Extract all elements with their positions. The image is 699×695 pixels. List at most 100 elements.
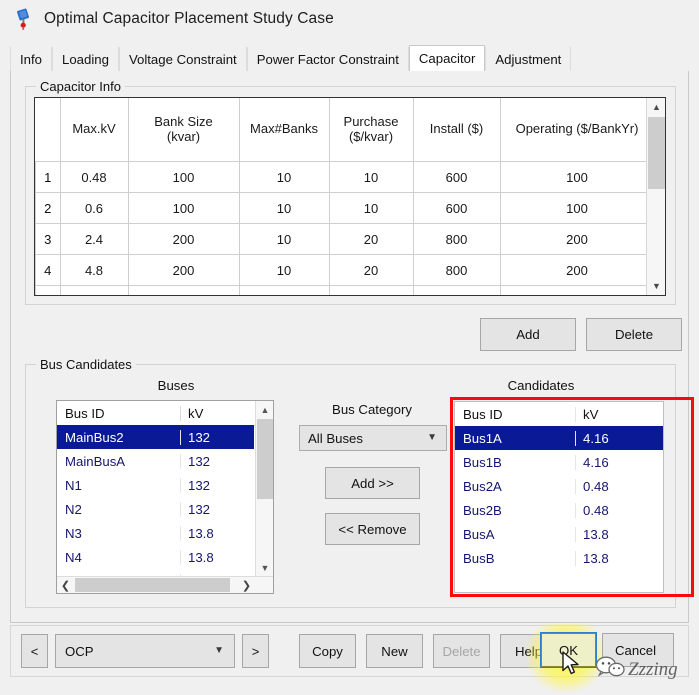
cell-purchase[interactable]: 20 <box>328 285 414 295</box>
tab-adjustment[interactable]: Adjustment <box>485 47 572 71</box>
candidates-listbox[interactable]: Bus ID kV Bus1A 4.16 Bus1B 4.16 Bus2A 0.… <box>454 401 664 593</box>
cell-operating[interactable]: 200 <box>499 285 655 295</box>
bus-category-dropdown[interactable]: All Buses ▼ <box>299 425 447 451</box>
ok-button[interactable]: OK <box>540 632 597 668</box>
cell-install[interactable]: 600 <box>412 161 501 193</box>
cell-install[interactable]: 800 <box>412 223 501 255</box>
list-item[interactable]: N3 13.8 <box>57 521 254 545</box>
delete-capacitor-button[interactable]: Delete <box>586 318 682 351</box>
bus-id: MainBus2 <box>57 429 181 445</box>
new-button[interactable]: New <box>366 634 423 668</box>
list-item[interactable]: Bus2B 0.48 <box>455 498 663 522</box>
copy-button[interactable]: Copy <box>299 634 356 668</box>
list-item[interactable]: BusA 13.8 <box>455 522 663 546</box>
cell-purchase[interactable]: 10 <box>328 161 414 193</box>
list-item[interactable]: Bus1A 4.16 <box>455 426 663 450</box>
cell-max-banks[interactable]: 10 <box>238 254 330 286</box>
bus-candidates-legend: Bus Candidates <box>36 357 136 372</box>
list-item[interactable]: Bus2A 0.48 <box>455 474 663 498</box>
capacitor-info-grid[interactable]: Max.kV Bank Size (kvar) Max#Banks Purcha… <box>34 97 666 296</box>
cell-operating[interactable]: 100 <box>499 192 655 224</box>
cell-max-banks[interactable]: 10 <box>238 161 330 193</box>
cell-max-kv[interactable]: 4.8 <box>59 254 129 286</box>
bus-kv: 13.8 <box>188 549 214 565</box>
cell-bank-size[interactable]: 200 <box>127 285 240 295</box>
cancel-button[interactable]: Cancel <box>602 633 674 667</box>
scroll-down-icon[interactable]: ▼ <box>256 559 273 576</box>
cell-install[interactable]: 800 <box>412 285 501 295</box>
title-bar: Optimal Capacitor Placement Study Case <box>0 0 699 38</box>
list-item[interactable]: N2 132 <box>57 497 254 521</box>
tab-loading[interactable]: Loading <box>52 47 119 71</box>
copy-label: Copy <box>312 643 343 659</box>
table-row[interactable]: 3 2.4 200 10 20 800 200 <box>35 223 655 255</box>
scroll-right-icon[interactable]: ❯ <box>238 577 255 593</box>
table-row[interactable]: 4 4.8 200 10 20 800 200 <box>35 254 655 286</box>
scroll-up-icon[interactable]: ▲ <box>256 401 273 418</box>
list-item[interactable]: MainBusA 132 <box>57 449 254 473</box>
tab-power-factor-constraint[interactable]: Power Factor Constraint <box>246 47 409 71</box>
list-item[interactable]: N1 132 <box>57 473 254 497</box>
tab-panel-capacitor: Capacitor Info Max.kV Bank Size (kvar) M… <box>10 71 694 623</box>
candidate-id: BusA <box>455 526 576 542</box>
cell-purchase[interactable]: 20 <box>328 223 414 255</box>
cell-max-kv[interactable]: 6.64 <box>59 285 129 295</box>
add-candidate-button[interactable]: Add >> <box>325 467 420 499</box>
col-purchase-line2: ($/kvar) <box>348 128 394 144</box>
list-item[interactable]: MainBus2 132 <box>57 425 254 449</box>
list-item[interactable]: Bus1B 4.16 <box>455 450 663 474</box>
scrollbar-thumb[interactable] <box>75 578 230 592</box>
cell-index: 5 <box>35 285 61 295</box>
cell-operating[interactable]: 200 <box>499 254 655 286</box>
cell-install[interactable]: 800 <box>412 254 501 286</box>
cell-max-kv[interactable]: 2.4 <box>59 223 129 255</box>
cell-bank-size[interactable]: 200 <box>127 254 240 286</box>
previous-study-button[interactable]: < <box>21 634 48 668</box>
list-item[interactable]: N5 13.8 <box>57 569 254 576</box>
candidate-id: Bus2B <box>455 502 576 518</box>
scroll-left-icon[interactable]: ❮ <box>57 577 74 593</box>
table-row[interactable]: 2 0.6 100 10 10 600 100 <box>35 192 655 224</box>
cell-max-banks[interactable]: 10 <box>238 223 330 255</box>
capacitor-grid-vertical-scrollbar[interactable]: ▲ ▼ <box>646 98 665 295</box>
table-row[interactable]: 1 0.48 100 10 10 600 100 <box>35 161 655 193</box>
buses-vertical-scrollbar[interactable]: ▲ ▼ <box>255 401 273 576</box>
buses-col-kv: kV <box>188 405 204 421</box>
candidate-id: Bus1B <box>455 454 576 470</box>
candidate-kv: 4.16 <box>583 454 609 470</box>
cell-max-kv[interactable]: 0.48 <box>59 161 129 193</box>
col-bank-size: Bank Size (kvar) <box>127 98 240 162</box>
tab-voltage-constraint[interactable]: Voltage Constraint <box>118 47 247 71</box>
cell-bank-size[interactable]: 100 <box>127 161 240 193</box>
cell-purchase[interactable]: 10 <box>328 192 414 224</box>
add-capacitor-button[interactable]: Add <box>480 318 576 351</box>
list-item[interactable]: BusB 13.8 <box>455 546 663 570</box>
add-candidate-label: Add >> <box>351 475 394 491</box>
cell-max-kv[interactable]: 0.6 <box>59 192 129 224</box>
buses-listbox[interactable]: Bus ID kV MainBus2 132 MainBusA 132 N1 1… <box>56 400 274 594</box>
bus-category-label: Bus Category <box>332 402 412 417</box>
capacitor-info-body: 1 0.48 100 10 10 600 100 2 0.6 100 10 10… <box>35 161 655 295</box>
scrollbar-thumb[interactable] <box>648 117 665 189</box>
scroll-up-icon[interactable]: ▲ <box>647 98 665 116</box>
next-study-button[interactable]: > <box>242 634 269 668</box>
scroll-down-icon[interactable]: ▼ <box>647 277 665 295</box>
cell-operating[interactable]: 100 <box>499 161 655 193</box>
cell-max-banks[interactable]: 10 <box>238 192 330 224</box>
cell-bank-size[interactable]: 200 <box>127 223 240 255</box>
buses-horizontal-scrollbar[interactable]: ❮ ❯ <box>57 576 273 593</box>
scrollbar-thumb[interactable] <box>257 419 273 499</box>
study-case-dropdown[interactable]: OCP ▼ <box>55 634 235 668</box>
tab-capacitor[interactable]: Capacitor <box>408 45 486 71</box>
remove-candidate-label: << Remove <box>338 521 407 537</box>
cell-purchase[interactable]: 20 <box>328 254 414 286</box>
cell-bank-size[interactable]: 100 <box>127 192 240 224</box>
col-install: Install ($) <box>412 98 501 162</box>
cell-operating[interactable]: 200 <box>499 223 655 255</box>
cell-install[interactable]: 600 <box>412 192 501 224</box>
cell-max-banks[interactable]: 10 <box>238 285 330 295</box>
list-item[interactable]: N4 13.8 <box>57 545 254 569</box>
remove-candidate-button[interactable]: << Remove <box>325 513 420 545</box>
table-row[interactable]: 5 6.64 200 10 20 800 200 <box>35 285 655 295</box>
tab-info[interactable]: Info <box>10 47 52 71</box>
